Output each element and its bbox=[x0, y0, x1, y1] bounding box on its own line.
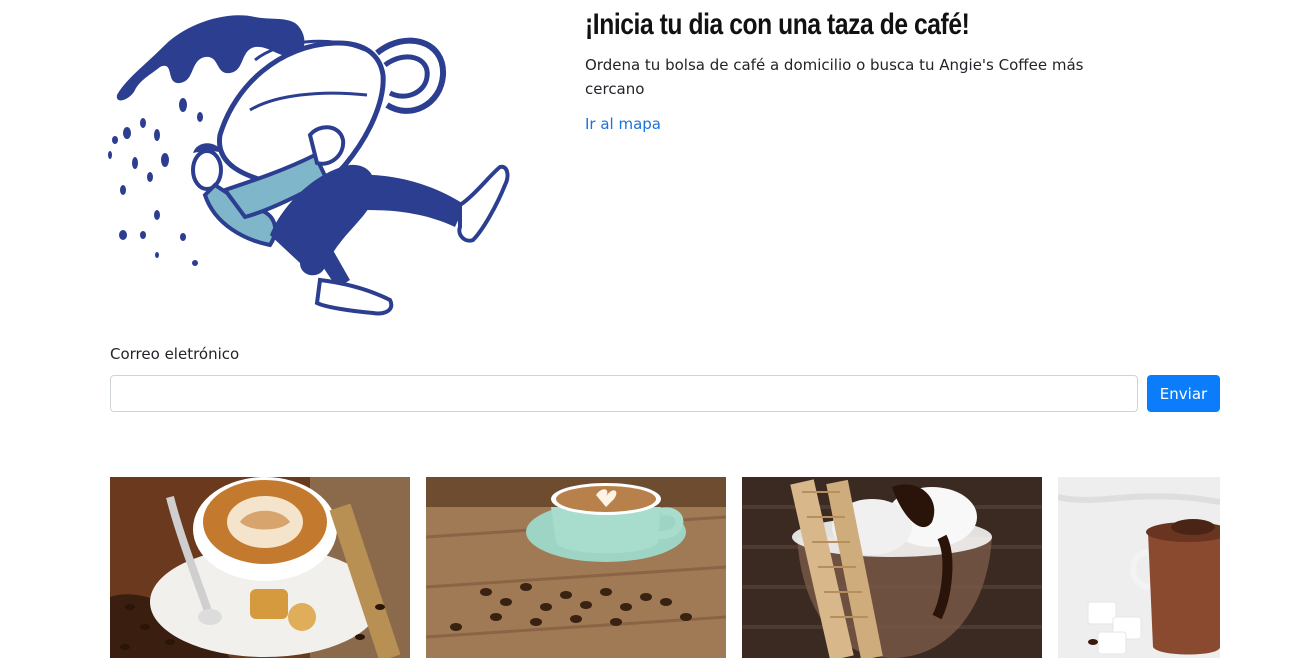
email-label: Correo eletrónico bbox=[110, 345, 240, 363]
coffee-cup-person-illustration bbox=[105, 5, 515, 320]
hot-chocolate-photo bbox=[1058, 477, 1220, 658]
email-input[interactable] bbox=[110, 375, 1138, 412]
hero-text-block: ¡Inicia tu dia con una taza de café! Ord… bbox=[585, 6, 1105, 133]
hero-description: Ordena tu bolsa de café a domicilio o bu… bbox=[585, 56, 1084, 98]
map-link[interactable]: Ir al mapa bbox=[585, 115, 661, 133]
latte-art-photo bbox=[110, 477, 410, 658]
send-button[interactable]: Enviar bbox=[1147, 375, 1220, 412]
cappuccino-heart-photo bbox=[426, 477, 726, 658]
photo-gallery bbox=[110, 477, 1220, 658]
hero-title: ¡Inicia tu dia con una taza de café! bbox=[585, 8, 970, 41]
ice-cream-sundae-photo bbox=[742, 477, 1042, 658]
